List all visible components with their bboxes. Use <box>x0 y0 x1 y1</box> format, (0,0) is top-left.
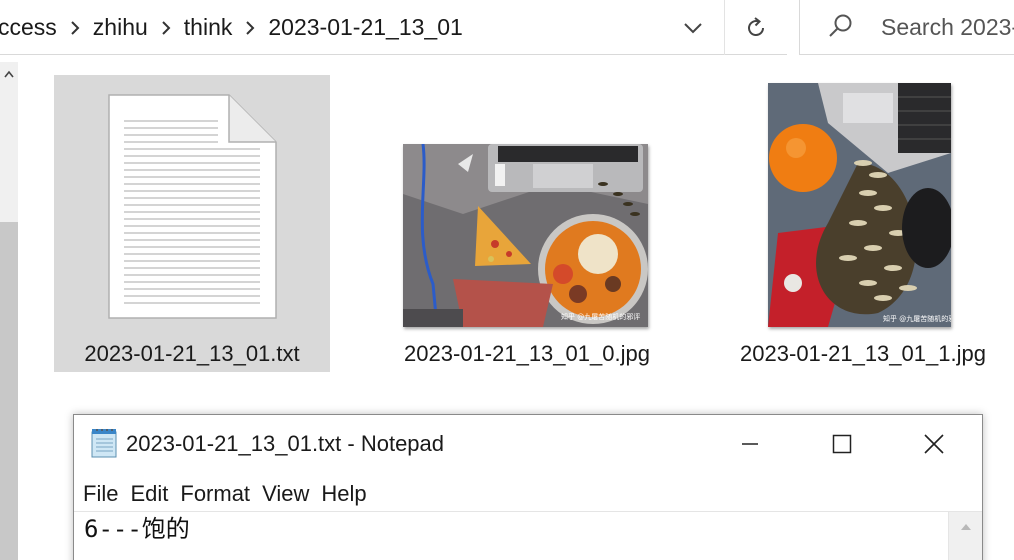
image-thumbnail: 知乎 @九屠苦随机的邪评 <box>768 83 951 327</box>
chevron-down-icon <box>684 22 702 33</box>
refresh-button[interactable] <box>724 0 787 55</box>
sunflower-seeds-photo-thumbnail: 知乎 @九屠苦随机的邪评 <box>768 83 951 327</box>
image-thumbnail: 知乎 @九屠苦随机的邪评 <box>403 144 648 327</box>
menu-edit[interactable]: Edit <box>124 481 174 507</box>
chevron-right-icon[interactable] <box>236 0 264 55</box>
chevron-right-icon[interactable] <box>61 0 89 55</box>
breadcrumb-item[interactable]: think <box>180 14 237 41</box>
image-watermark: 知乎 @九屠苦随机的邪评 <box>883 314 951 323</box>
search-icon <box>829 14 852 37</box>
title-bar[interactable]: 2023-01-21_13_01.txt - Notepad <box>74 415 982 473</box>
menu-file[interactable]: File <box>77 481 124 507</box>
close-icon <box>924 434 944 454</box>
file-item-jpg-1[interactable]: 知乎 @九屠苦随机的邪评 2023-01-21_13_01_1.jpg <box>728 75 998 405</box>
window-title: 2023-01-21_13_01.txt - Notepad <box>126 431 445 456</box>
minimize-button[interactable] <box>704 415 796 473</box>
search-input[interactable]: Search 2023-0 <box>799 0 1014 55</box>
maximize-icon <box>832 434 852 454</box>
file-name-label: 2023-01-21_13_01_1.jpg <box>740 341 986 366</box>
close-button[interactable] <box>888 415 980 473</box>
refresh-icon <box>748 16 765 36</box>
breadcrumb-item-current[interactable]: 2023-01-21_13_01 <box>264 14 466 41</box>
breadcrumb-item[interactable]: zhihu <box>89 14 152 41</box>
address-history-dropdown-button[interactable] <box>662 0 724 55</box>
menu-bar: File Edit Format View Help <box>74 477 982 511</box>
notepad-window[interactable]: 2023-01-21_13_01.txt - Notepad File Edit… <box>73 414 983 560</box>
address-bar[interactable]: ccess zhihu think 2023-01-21_13_01 <box>0 0 787 55</box>
text-editor-area[interactable]: 6---饱的 <box>74 511 982 560</box>
menu-help[interactable]: Help <box>315 481 372 507</box>
navigation-pane-scrollbar[interactable] <box>0 62 18 560</box>
food-photo-thumbnail: 知乎 @九屠苦随机的邪评 <box>403 144 648 327</box>
chevron-right-icon[interactable] <box>152 0 180 55</box>
file-name-label: 2023-01-21_13_01.txt <box>84 341 300 366</box>
scrollbar-thumb[interactable] <box>0 222 18 560</box>
file-item-jpg-0[interactable]: 知乎 @九屠苦随机的邪评 2023-01-21_13_01_0.jpg <box>392 75 662 405</box>
editor-vertical-scrollbar[interactable] <box>948 512 982 560</box>
file-name-label: 2023-01-21_13_01_0.jpg <box>404 341 650 366</box>
minimize-icon <box>742 443 758 445</box>
breadcrumb: ccess zhihu think 2023-01-21_13_01 <box>0 0 467 55</box>
menu-view[interactable]: View <box>256 481 315 507</box>
text-document-icon <box>108 94 277 319</box>
image-watermark: 知乎 @九屠苦随机的邪评 <box>561 312 640 321</box>
scroll-up-arrow-icon[interactable] <box>960 522 972 532</box>
scroll-up-arrow-icon[interactable] <box>0 62 18 92</box>
notepad-app-icon <box>91 429 117 458</box>
menu-format[interactable]: Format <box>174 481 256 507</box>
maximize-button[interactable] <box>796 415 888 473</box>
search-placeholder: Search 2023-0 <box>881 14 1014 40</box>
document-text[interactable]: 6---饱的 <box>84 512 190 546</box>
breadcrumb-item[interactable]: ccess <box>0 14 61 41</box>
file-item-txt[interactable]: 2023-01-21_13_01.txt <box>54 75 330 372</box>
